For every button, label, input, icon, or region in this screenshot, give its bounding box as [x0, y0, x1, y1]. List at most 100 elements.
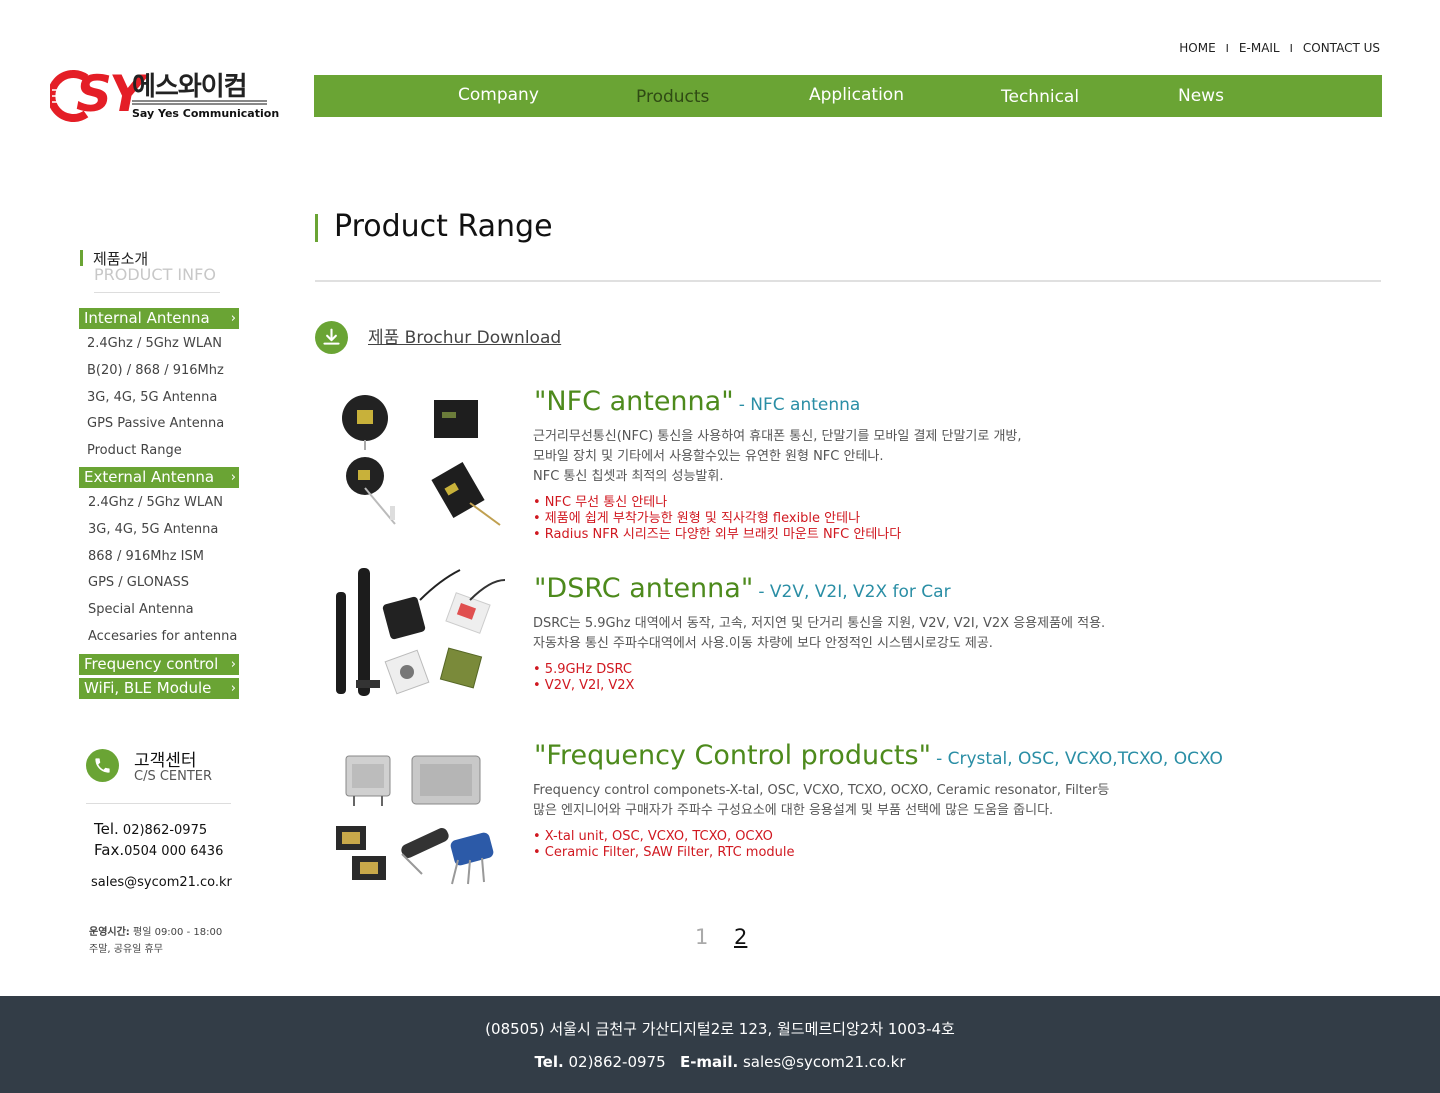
feature-bullet: • NFC 무선 통신 안테나: [533, 495, 668, 510]
category-internal-antenna[interactable]: Internal Antenna ›: [79, 308, 239, 329]
product-name: "DSRC antenna": [534, 573, 754, 604]
chevron-right-icon: ›: [230, 657, 236, 672]
product-description: Frequency control componets-X-tal, OSC, …: [533, 781, 1109, 821]
hours-label: 운영시간:: [89, 927, 130, 938]
feature-bullet: • 5.9GHz DSRC: [533, 662, 633, 677]
footer-email-label: E-mail.: [679, 1053, 739, 1071]
category-label: WiFi, BLE Module: [84, 679, 212, 697]
category-external-antenna[interactable]: External Antenna ›: [79, 467, 239, 488]
product-title-nfc: "NFC antenna" - NFC antenna: [534, 386, 860, 417]
sidebar-item-accessories[interactable]: Accesaries for antenna: [88, 629, 237, 644]
divider: [94, 292, 220, 293]
description-line: 자동차용 통신 주파수대역에서 사용.이동 차량에 보다 안정적인 시스템시로강…: [533, 636, 993, 651]
product-subtitle: - NFC antenna: [738, 395, 861, 415]
top-links: HOME I E-MAIL I CONTACT US: [1179, 41, 1380, 55]
cs-email[interactable]: sales@sycom21.co.kr: [91, 875, 232, 890]
category-wifi-ble-module[interactable]: WiFi, BLE Module ›: [79, 678, 239, 699]
cs-phone: Tel. 02)862-0975: [94, 820, 207, 838]
contact-us-link[interactable]: CONTACT US: [1303, 41, 1380, 55]
product-title-frequency: "Frequency Control products" - Crystal, …: [534, 740, 1223, 771]
feature-bullet: • 제품에 쉽게 부착가능한 원형 및 직사각형 flexible 안테나: [533, 511, 861, 526]
divider: [86, 803, 231, 804]
sidebar-item-external-gps[interactable]: GPS / GLONASS: [88, 575, 189, 590]
sidebar-item-special-antenna[interactable]: Special Antenna: [88, 602, 194, 617]
product-features: • X-tal unit, OSC, VCXO, TCXO, OCXO • Ce…: [533, 829, 795, 861]
logo-lines: [132, 100, 267, 105]
sidebar-item-product-range[interactable]: Product Range: [87, 443, 182, 458]
sidebar-item-internal-868[interactable]: B(20) / 868 / 916Mhz: [87, 363, 224, 378]
divider: [315, 280, 1381, 282]
feature-bullet: • Radius NFR 시리즈는 다양한 외부 브래킷 마운트 NFC 안테나…: [533, 527, 902, 542]
product-subtitle: - Crystal, OSC, VCXO,TCXO, OCXO: [936, 749, 1223, 769]
phone-icon: [86, 749, 119, 782]
product-description: 근거리무선통신(NFC) 통신을 사용하여 휴대폰 통신, 단말기를 모바일 결…: [533, 427, 1022, 487]
nav-news[interactable]: News: [1178, 86, 1224, 106]
sidebar-item-external-wlan[interactable]: 2.4Ghz / 5Ghz WLAN: [88, 495, 223, 510]
footer-address: (08505) 서울시 금천구 가산디지털2로 123, 월드메르디앙2차 10…: [485, 1020, 955, 1038]
sidebar-item-internal-gps[interactable]: GPS Passive Antenna: [87, 416, 224, 431]
logo-english-name: Say Yes Communication: [132, 107, 280, 120]
main-navigation: Company Products Application Technical N…: [314, 75, 1382, 117]
sidebar-item-internal-wlan[interactable]: 2.4Ghz / 5Ghz WLAN: [87, 336, 222, 351]
home-link[interactable]: HOME: [1179, 41, 1215, 55]
sidebar-item-internal-3g4g5g[interactable]: 3G, 4G, 5G Antenna: [87, 390, 217, 405]
nav-products[interactable]: Products: [636, 87, 709, 107]
product-features: • NFC 무선 통신 안테나 • 제품에 쉽게 부착가능한 원형 및 직사각형…: [533, 495, 901, 543]
product-name: "NFC antenna": [534, 386, 734, 417]
description-line: NFC 통신 칩셋과 최적의 성능발휘.: [533, 469, 724, 484]
product-features: • 5.9GHz DSRC • V2V, V2I, V2X: [533, 662, 634, 694]
footer-email: sales@sycom21.co.kr: [742, 1053, 906, 1071]
lnb-title: 제품소개: [80, 250, 148, 268]
category-label: External Antenna: [84, 468, 215, 486]
nfc-antenna-image: [342, 395, 501, 526]
sidebar-item-external-ism[interactable]: 868 / 916Mhz ISM: [88, 549, 204, 564]
page-2-link[interactable]: 2: [734, 925, 747, 949]
lnb-title-english: PRODUCT INFO: [94, 265, 216, 284]
feature-bullet: • Ceramic Filter, SAW Filter, RTC module: [533, 845, 795, 860]
description-line: 모바일 장치 및 기타에서 사용할수있는 유연한 원형 NFC 안테나.: [533, 449, 884, 464]
brochure-download-link[interactable]: 제품 Brochur Download: [368, 323, 561, 348]
logo-korean-name: 에스와이컴: [132, 72, 248, 102]
product-title-dsrc: "DSRC antenna" - V2V, V2I, V2X for Car: [534, 573, 951, 604]
description-line: Frequency control componets-X-tal, OSC, …: [533, 783, 1110, 798]
fax-number: 0504 000 6436: [124, 844, 224, 859]
footer: (08505) 서울시 금천구 가산디지털2로 123, 월드메르디앙2차 10…: [0, 996, 1440, 1093]
nav-technical[interactable]: Technical: [1001, 87, 1079, 107]
frequency-control-image: [336, 755, 494, 885]
sidebar-item-external-3g4g5g[interactable]: 3G, 4G, 5G Antenna: [88, 522, 218, 537]
hours-value: 평일 09:00 - 18:00: [133, 927, 223, 938]
page-1-link[interactable]: 1: [695, 925, 708, 949]
footer-contact: Tel. 02)862-0975 E-mail. sales@sycom21.c…: [0, 1053, 1440, 1071]
nav-application[interactable]: Application: [809, 85, 904, 105]
tel-label: Tel.: [94, 820, 119, 838]
cs-hours: 운영시간: 평일 09:00 - 18:00 주말, 공유일 휴무: [89, 924, 222, 958]
feature-bullet: • X-tal unit, OSC, VCXO, TCXO, OCXO: [533, 829, 773, 844]
category-frequency-control[interactable]: Frequency control ›: [79, 654, 239, 675]
chevron-right-icon: ›: [230, 470, 236, 485]
tel-number: 02)862-0975: [122, 823, 208, 838]
page-title: Product Range: [315, 209, 553, 244]
page-title-text: Product Range: [334, 209, 553, 244]
chevron-right-icon: ›: [230, 681, 236, 696]
category-label: Frequency control: [84, 655, 219, 673]
description-line: 많은 엔지니어와 구매자가 주파수 구성요소에 대한 응용설계 및 부품 선택에…: [533, 803, 1054, 818]
product-subtitle: - V2V, V2I, V2X for Car: [758, 582, 951, 602]
cs-center-title: 고객센터: [134, 751, 197, 771]
email-link[interactable]: E-MAIL: [1239, 41, 1280, 55]
description-line: DSRC는 5.9Ghz 대역에서 동작, 고속, 저지연 및 단거리 통신을 …: [533, 616, 1106, 631]
nav-company[interactable]: Company: [458, 85, 539, 105]
footer-tel-label: Tel.: [534, 1053, 564, 1071]
description-line: 근거리무선통신(NFC) 통신을 사용하여 휴대폰 통신, 단말기를 모바일 결…: [533, 429, 1022, 444]
product-name: "Frequency Control products": [534, 740, 931, 771]
separator: I: [1225, 41, 1229, 55]
closed-days: 주말, 공유일 휴무: [89, 944, 163, 955]
site-logo[interactable]: SY 에스와이컴 Say Yes Communication: [50, 66, 279, 126]
footer-tel: 02)862-0975: [568, 1053, 666, 1071]
download-icon[interactable]: [315, 321, 348, 354]
chevron-right-icon: ›: [230, 311, 236, 326]
cs-fax: Fax.0504 000 6436: [94, 841, 223, 859]
category-label: Internal Antenna: [84, 309, 210, 327]
fax-label: Fax.: [94, 841, 125, 859]
feature-bullet: • V2V, V2I, V2X: [533, 678, 635, 693]
separator: I: [1289, 41, 1293, 55]
